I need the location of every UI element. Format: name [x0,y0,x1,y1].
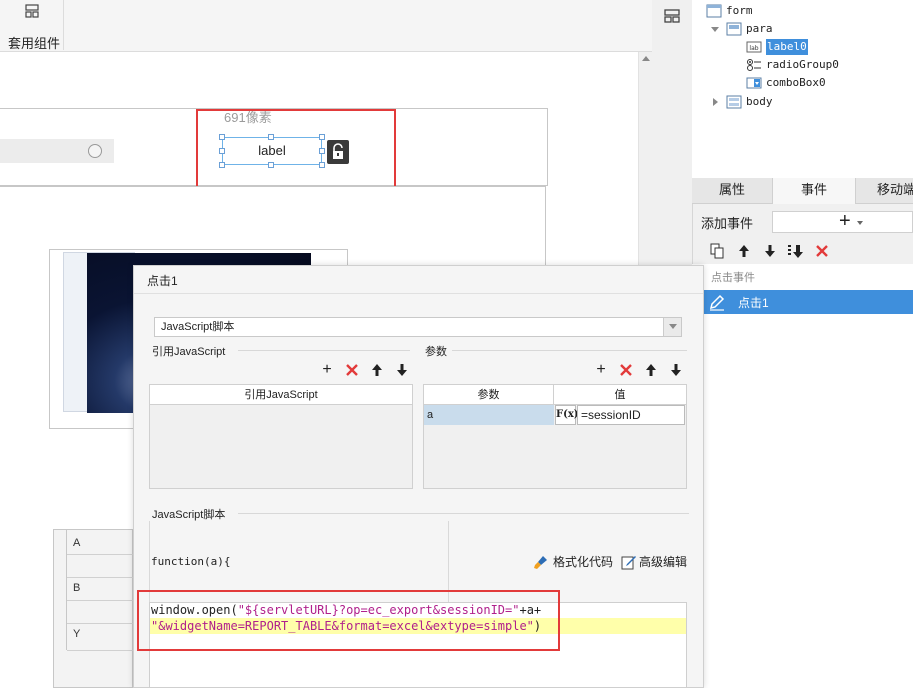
tab-events[interactable]: 事件 [773,178,856,204]
advanced-edit-icon [621,556,636,570]
grid-cell-letter: A [73,537,81,549]
combobox-icon [746,77,762,89]
function-signature: function(a){ [151,555,231,568]
template-icon [25,4,39,18]
section-divider [238,350,410,351]
add-event-label: 添加事件 [701,216,754,231]
section-divider [238,513,689,514]
grid-row-line [67,554,134,555]
tree-node-label: comboBox0 [766,76,826,89]
tree-node-label: radioGroup0 [766,58,839,71]
param-value-header: 值 [554,385,686,405]
formula-button[interactable]: F(x) [555,405,579,425]
add-event-button[interactable]: + [772,210,913,233]
tree-node-label: form [726,4,753,17]
template-component-label: 套用组件 [8,36,61,51]
scroll-up-icon[interactable] [642,56,650,61]
tree-node-label: body [746,95,773,108]
radio-group-icon [747,59,761,71]
format-code-label: 格式化代码 [553,555,614,569]
expand-icon[interactable] [711,27,719,32]
layout-toggle-icon[interactable] [664,9,680,23]
event-type-value: JavaScript脚本 [161,321,235,333]
dialog-divider [134,293,703,294]
edit-icon[interactable] [707,292,727,312]
radio-group-widget[interactable] [0,139,114,163]
panel-tabs: 属性 事件 移动端 [692,178,913,204]
chevron-down-icon [669,324,677,329]
ref-js-column-header: 引用JavaScript [150,385,412,405]
param-section-title: 参数 [425,346,447,358]
event-item-click1[interactable]: 点击1 [703,290,913,314]
move-down-icon[interactable] [762,243,778,259]
ref-js-table[interactable]: 引用JavaScript [149,384,413,489]
dialog-title: 点击1 [147,274,178,288]
add-ref-icon[interactable]: + [318,361,336,379]
param-name-cell[interactable]: a [424,405,554,425]
widget-tree: form para lab label0 radioGroup0 comboBo… [692,0,913,178]
param-move-down-icon[interactable] [668,362,684,378]
highlight-box-code [137,590,560,651]
event-item-label: 点击1 [738,296,769,310]
add-param-icon[interactable]: + [592,361,610,379]
component-toolbar [0,0,652,52]
grid-row-line [67,623,134,624]
delete-ref-icon[interactable] [344,362,360,378]
tree-node-label: para [746,22,773,35]
brush-icon [534,556,547,569]
grid-cell-letter: Y [73,628,81,640]
grid-row-line [67,650,134,651]
param-value-field[interactable]: =sessionID [577,405,685,425]
move-bottom-icon[interactable] [787,243,805,259]
advanced-edit-label: 高级编辑 [639,555,688,569]
delete-icon[interactable] [814,243,830,259]
move-up-icon[interactable] [736,243,752,259]
collapse-icon[interactable] [713,98,718,106]
report-grid[interactable]: A B Y [53,529,134,688]
ref-move-down-icon[interactable] [394,362,410,378]
section-divider [452,350,687,351]
copy-icon[interactable] [709,243,725,259]
script-section-title: JavaScript脚本 [152,509,226,521]
delete-param-icon[interactable] [618,362,634,378]
highlight-box-label [196,109,396,198]
event-type-select[interactable]: JavaScript脚本 [154,317,682,337]
event-list [692,264,913,688]
radio-icon[interactable] [88,144,102,158]
param-move-up-icon[interactable] [643,362,659,378]
tab-mobile[interactable]: 移动端 [856,178,913,204]
param-table[interactable]: 参数 值 [423,384,687,489]
dropdown-arrow-icon [857,221,863,225]
select-dropdown-button[interactable] [663,318,681,336]
svg-text:lab: lab [749,45,758,52]
para-icon [726,22,742,36]
label-icon: lab [746,41,762,53]
body-icon [726,95,742,109]
tab-properties[interactable]: 属性 [692,178,773,204]
grid-cell-letter: B [73,582,81,594]
event-group-label: 点击事件 [711,272,755,284]
grid-row-line [67,600,134,601]
param-name-header: 参数 [424,385,554,405]
ref-move-up-icon[interactable] [369,362,385,378]
form-icon [706,4,722,18]
plus-icon: + [839,210,851,232]
tree-node-label-selected: label0 [766,39,808,55]
ref-js-section-title: 引用JavaScript [152,346,226,358]
template-component-button[interactable]: 套用组件 [0,0,64,51]
grid-row-line [67,577,134,578]
